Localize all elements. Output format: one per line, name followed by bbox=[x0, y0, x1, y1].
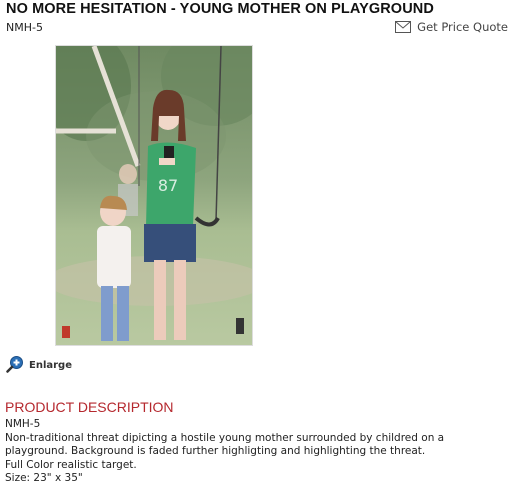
product-sku: NMH-5 bbox=[6, 21, 43, 34]
description-text-line: Full Color realistic target. bbox=[5, 458, 137, 471]
product-description-heading: PRODUCT DESCRIPTION bbox=[5, 399, 174, 415]
magnifier-plus-icon bbox=[6, 355, 24, 376]
description-text-line: playground. Background is faded further … bbox=[5, 445, 426, 457]
get-price-quote-link[interactable]: Get Price Quote bbox=[395, 20, 508, 34]
description-text-line: Non-traditional threat dipicting a hosti… bbox=[5, 431, 445, 444]
svg-text:87: 87 bbox=[158, 176, 178, 195]
envelope-icon bbox=[395, 21, 412, 33]
product-description: NMH-5 Non-traditional threat dipicting a… bbox=[5, 418, 510, 486]
product-image[interactable]: 87 bbox=[55, 45, 253, 346]
description-size: Size: 23" x 35" bbox=[5, 472, 83, 484]
enlarge-link[interactable]: Enlarge bbox=[6, 355, 72, 376]
get-price-quote-label: Get Price Quote bbox=[417, 20, 508, 34]
target-photo-illustration: 87 bbox=[56, 46, 252, 345]
product-title: NO MORE HESITATION - YOUNG MOTHER ON PLA… bbox=[6, 1, 434, 17]
enlarge-label: Enlarge bbox=[29, 360, 72, 371]
description-sku: NMH-5 bbox=[5, 418, 41, 430]
